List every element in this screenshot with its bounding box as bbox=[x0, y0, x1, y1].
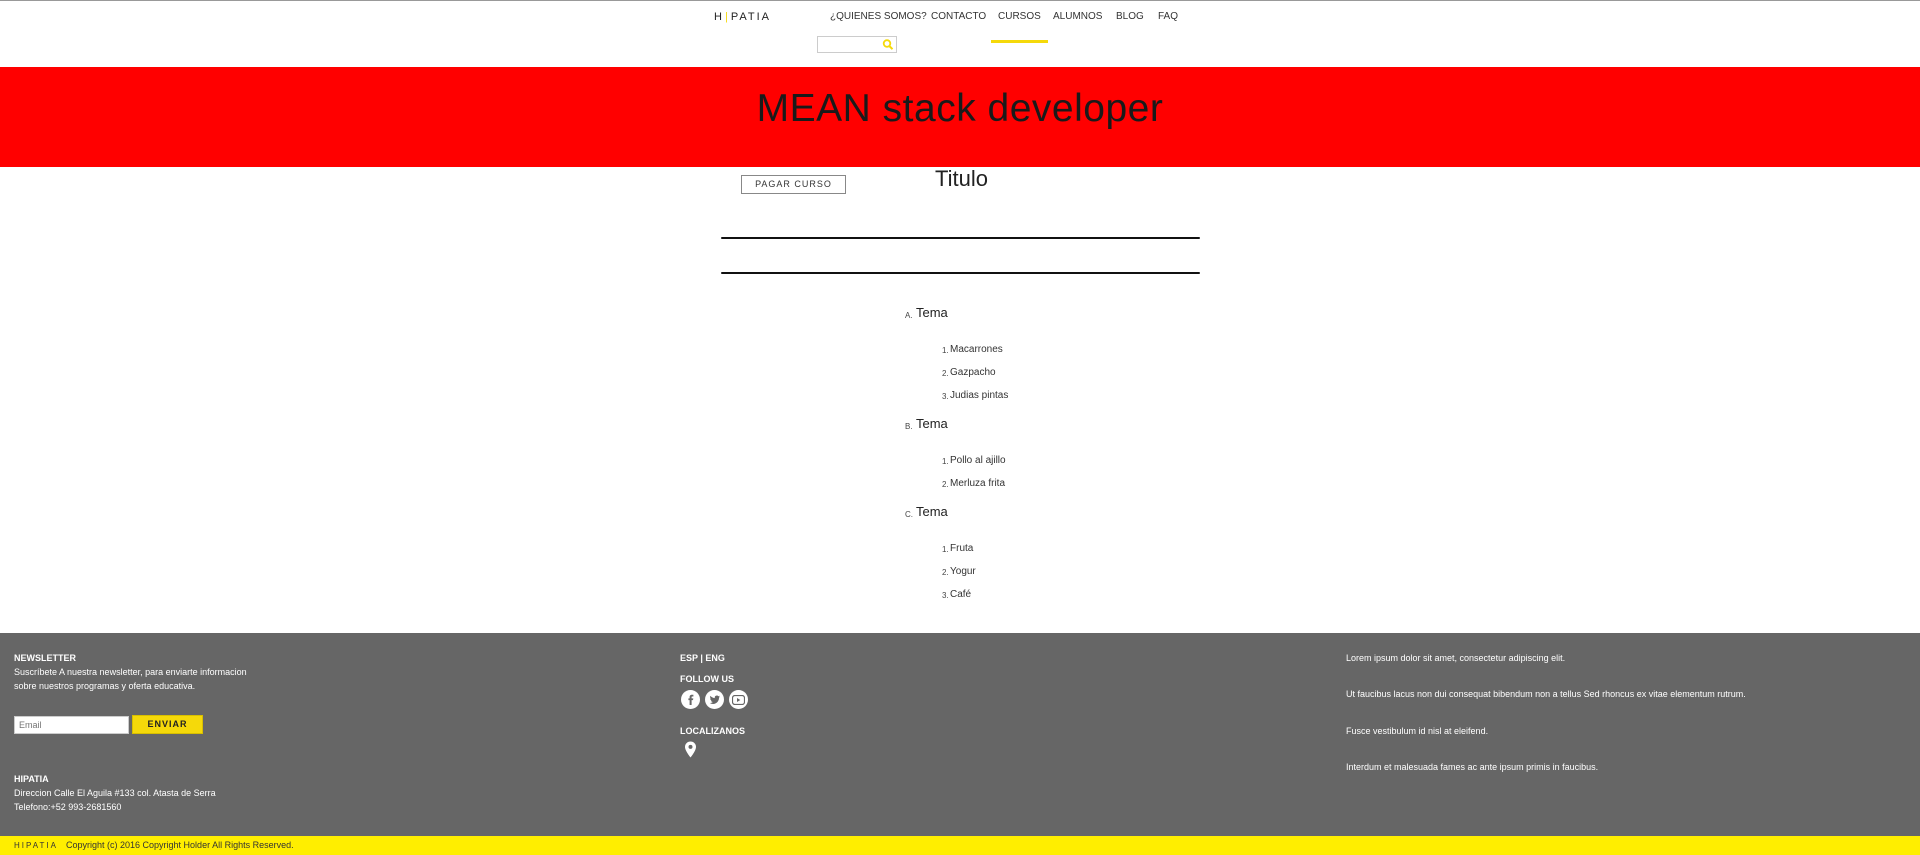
course-outline: A. Tema 1. Macarrones 2. Gazpacho 3. Judias… bbox=[905, 302, 1205, 608]
map-pin-icon[interactable] bbox=[684, 741, 697, 758]
main-nav: ¿QUIENES SOMOS? CONTACTO CURSOS ALUMNOS … bbox=[0, 11, 1920, 43]
list-item-number: 1. bbox=[942, 457, 949, 466]
list-item: 3. Café bbox=[905, 585, 1205, 608]
list-item: 1. Pollo al ajillo bbox=[905, 451, 1205, 474]
list-item-text: Café bbox=[950, 589, 972, 600]
nav-alumnos[interactable]: ALUMNOS bbox=[1053, 11, 1102, 35]
language-switch[interactable]: ESP | ENG bbox=[680, 651, 725, 665]
follow-us-label: FOLLOW US bbox=[680, 674, 734, 684]
list-item-text: Yogur bbox=[950, 566, 976, 577]
youtube-icon[interactable] bbox=[729, 690, 748, 709]
list-item: 1. Fruta bbox=[905, 539, 1205, 562]
tema-name: Tema bbox=[916, 416, 948, 431]
tema-header: C. Tema bbox=[905, 501, 1205, 539]
company-address: Direccion Calle El Aguila #133 col. Atas… bbox=[14, 788, 216, 798]
list-item-number: 1. bbox=[942, 545, 949, 554]
list-item: 1. Macarrones bbox=[905, 340, 1205, 363]
tema-letter: B. bbox=[905, 422, 913, 431]
tema-header: B. Tema bbox=[905, 413, 1205, 451]
tema-letter: A. bbox=[905, 311, 913, 320]
tema-name: Tema bbox=[916, 305, 948, 320]
tema-letter: C. bbox=[905, 510, 913, 519]
locate-label: LOCALIZANOS bbox=[680, 726, 745, 736]
list-item-text: Pollo al ajillo bbox=[950, 455, 1006, 466]
tema-header: A. Tema bbox=[905, 302, 1205, 340]
list-item-number: 2. bbox=[942, 369, 949, 378]
footer-text-3: Fusce vestibulum id nisl at eleifend. bbox=[1346, 726, 1489, 736]
newsletter-text-2: sobre nuestros programas y oferta educat… bbox=[14, 681, 196, 691]
course-banner: MEAN stack developer bbox=[0, 67, 1920, 167]
list-item-number: 3. bbox=[942, 392, 949, 401]
list-item: 2. Yogur bbox=[905, 562, 1205, 585]
list-item: 3. Judias pintas bbox=[905, 386, 1205, 409]
pay-course-button[interactable]: PAGAR CURSO bbox=[741, 175, 846, 194]
list-item-text: Judias pintas bbox=[950, 390, 1009, 401]
nav-blog[interactable]: BLOG bbox=[1116, 11, 1144, 35]
send-newsletter-button[interactable]: ENVIAR bbox=[132, 715, 203, 734]
copyright-text: Copyright (c) 2016 Copyright Holder All … bbox=[66, 840, 294, 850]
footer: NEWSLETTER Suscríbete A nuestra newslett… bbox=[0, 633, 1920, 836]
page: H|PATIA ¿QUIENES SOMOS? CONTACTO CURSOS … bbox=[0, 0, 1920, 855]
list-item-number: 3. bbox=[942, 591, 949, 600]
facebook-icon[interactable] bbox=[681, 690, 700, 709]
footer-text-4: Interdum et malesuada fames ac ante ipsu… bbox=[1346, 762, 1599, 772]
header: H|PATIA ¿QUIENES SOMOS? CONTACTO CURSOS … bbox=[0, 1, 1920, 67]
search-input[interactable] bbox=[817, 36, 897, 53]
twitter-icon[interactable] bbox=[705, 690, 724, 709]
footer-text-2: Ut faucibus lacus non dui consequat bibe… bbox=[1346, 689, 1746, 699]
search-icon[interactable] bbox=[881, 38, 895, 51]
list-item-text: Macarrones bbox=[950, 344, 1003, 355]
nav-cursos[interactable]: CURSOS bbox=[991, 11, 1048, 43]
newsletter-title: NEWSLETTER bbox=[14, 653, 76, 663]
list-item-text: Fruta bbox=[950, 543, 974, 554]
list-item-number: 1. bbox=[942, 346, 949, 355]
list-item-number: 2. bbox=[942, 480, 949, 489]
divider-bottom bbox=[721, 272, 1200, 274]
list-item-text: Gazpacho bbox=[950, 367, 996, 378]
list-item: 2. Gazpacho bbox=[905, 363, 1205, 386]
copyright-bar: HIPATIA Copyright (c) 2016 Copyright Hol… bbox=[0, 836, 1920, 855]
list-item-text: Merluza frita bbox=[950, 478, 1006, 489]
email-field[interactable] bbox=[14, 716, 129, 734]
list-item-number: 2. bbox=[942, 568, 949, 577]
footer-text-1: Lorem ipsum dolor sit amet, consectetur … bbox=[1346, 653, 1566, 663]
content-heading: Titulo bbox=[935, 166, 988, 191]
course-title: MEAN stack developer bbox=[756, 87, 1164, 130]
list-item: 2. Merluza frita bbox=[905, 474, 1205, 497]
company-name: HIPATIA bbox=[14, 774, 49, 784]
divider-top bbox=[721, 237, 1200, 239]
footer-logo: HIPATIA bbox=[14, 841, 58, 850]
nav-faq[interactable]: FAQ bbox=[1158, 11, 1178, 35]
newsletter-text-1: Suscríbete A nuestra newsletter, para en… bbox=[14, 667, 247, 677]
nav-quienes-somos[interactable]: ¿QUIENES SOMOS? bbox=[830, 11, 927, 35]
nav-contacto[interactable]: CONTACTO bbox=[931, 11, 986, 35]
company-phone: Telefono:+52 993-2681560 bbox=[14, 802, 122, 812]
tema-name: Tema bbox=[916, 504, 948, 519]
